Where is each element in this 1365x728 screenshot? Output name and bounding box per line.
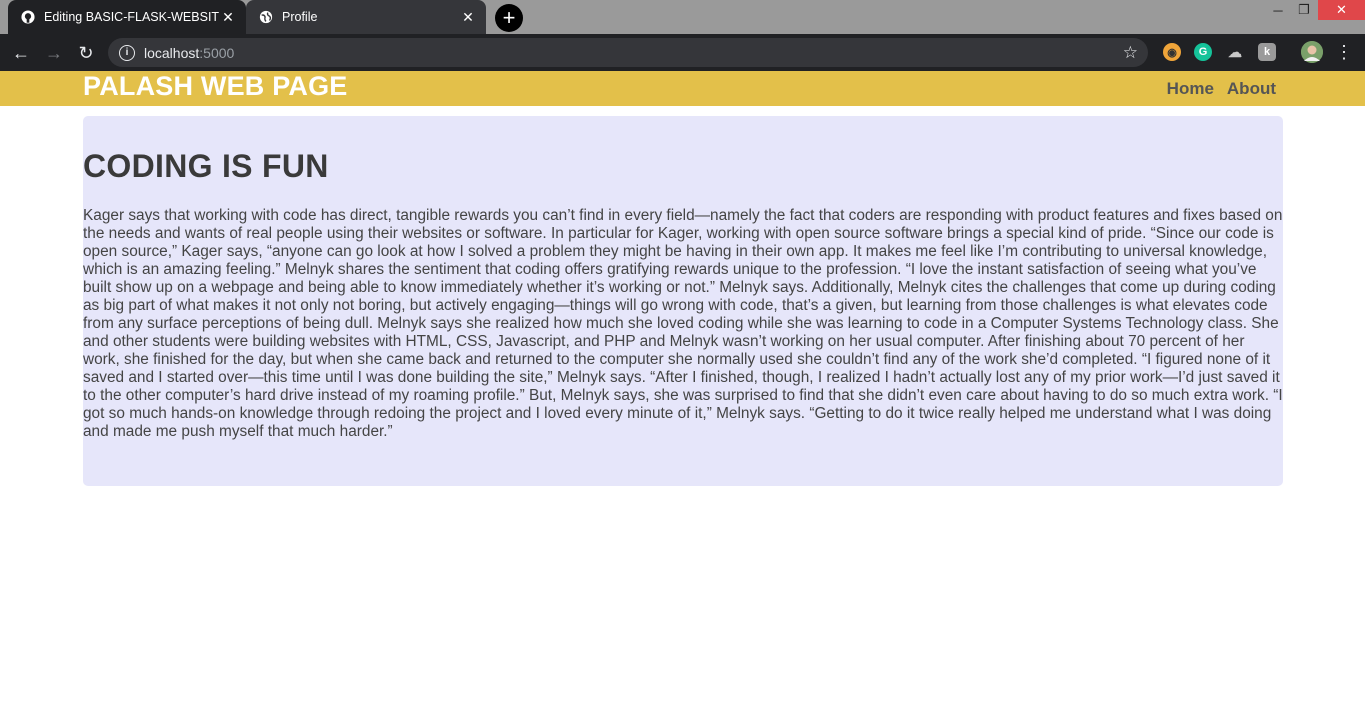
github-icon: [20, 9, 36, 25]
more-menu-icon[interactable]: ⋮: [1335, 42, 1353, 62]
browser-toolbar: ← → ↻ i localhost:5000 ☆ ◉ G ☁ k ⋮: [0, 34, 1365, 71]
url-port: :5000: [199, 44, 235, 61]
nav-link-about[interactable]: About: [1227, 79, 1276, 99]
site-brand[interactable]: PALASH WEB PAGE: [83, 71, 348, 106]
restore-icon[interactable]: ❐: [1290, 0, 1318, 20]
reload-icon[interactable]: ↻: [74, 41, 98, 65]
tab-close-icon[interactable]: ✕: [460, 9, 476, 25]
tab-title: Profile: [282, 10, 318, 24]
cloud-extension-icon[interactable]: ☁: [1226, 43, 1244, 61]
tab-title: Editing BASIC-FLASK-WEBSITE/README: [44, 10, 220, 24]
forward-arrow-icon[interactable]: →: [42, 41, 66, 65]
url-host: localhost: [144, 44, 200, 61]
minimize-icon[interactable]: ─: [1264, 0, 1292, 20]
site-navbar: PALASH WEB PAGE Home About: [0, 71, 1365, 106]
site-info-icon[interactable]: i: [119, 44, 135, 61]
nav-links: Home About: [1167, 71, 1276, 106]
tab-close-icon[interactable]: ✕: [220, 9, 236, 25]
tab-profile[interactable]: Profile ✕: [246, 0, 486, 34]
tab-strip: Editing BASIC-FLASK-WEBSITE/README ✕ Pro…: [0, 0, 1365, 34]
owl-extension-icon[interactable]: ◉: [1163, 43, 1181, 61]
keyboard-extension-icon[interactable]: k: [1258, 43, 1276, 61]
article-heading: CODING IS FUN: [83, 148, 329, 184]
address-bar[interactable]: i localhost:5000 ☆: [108, 38, 1148, 67]
grammarly-icon[interactable]: G: [1194, 43, 1212, 61]
back-arrow-icon[interactable]: ←: [9, 41, 33, 65]
new-tab-plus-icon[interactable]: +: [495, 4, 523, 32]
window-close-icon[interactable]: ✕: [1318, 0, 1365, 20]
tab-github-editing[interactable]: Editing BASIC-FLASK-WEBSITE/README ✕: [8, 0, 246, 34]
article-body: Kager says that working with code has di…: [83, 207, 1283, 440]
avatar[interactable]: [1301, 41, 1323, 63]
bookmark-star-icon[interactable]: ☆: [1123, 43, 1138, 63]
globe-icon: [258, 9, 274, 25]
nav-link-home[interactable]: Home: [1167, 79, 1214, 99]
article-card: CODING IS FUN Kager says that working wi…: [83, 116, 1283, 486]
